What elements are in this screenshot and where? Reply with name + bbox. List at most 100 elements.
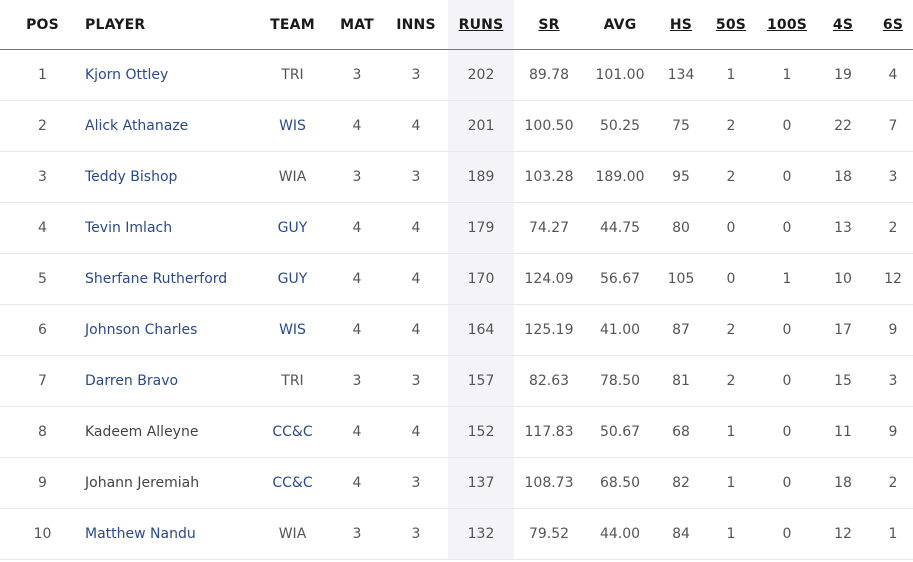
hs-value: 80 — [672, 220, 690, 236]
runs-value: 202 — [467, 67, 495, 83]
team-link[interactable]: WIS — [279, 118, 306, 134]
mat-value: 4 — [352, 424, 362, 440]
cell-fours: 12 — [818, 508, 868, 560]
player-link[interactable]: Darren Bravo — [85, 373, 178, 389]
cell-player: Darren Bravo — [85, 355, 255, 407]
hs-value: 75 — [672, 118, 690, 134]
player-link[interactable]: Johnson Charles — [85, 322, 197, 338]
player-link[interactable]: Matthew Nandu — [85, 526, 196, 542]
header-4s-sort[interactable]: 4S — [818, 0, 868, 50]
cell-sr: 100.50 — [514, 100, 584, 152]
cell-hundreds: 1 — [756, 253, 818, 305]
player-link[interactable]: Kjorn Ottley — [85, 67, 168, 83]
cell-runs: 179 — [448, 202, 514, 254]
player-link[interactable]: Teddy Bishop — [85, 169, 177, 185]
header-50s-sort[interactable]: 50S — [706, 0, 756, 50]
cell-sr: 103.28 — [514, 151, 584, 203]
team-link[interactable]: GUY — [278, 220, 308, 236]
team-link[interactable]: WIS — [279, 322, 306, 338]
fifties-value: 0 — [726, 271, 736, 287]
cell-hundreds: 0 — [756, 508, 818, 560]
cell-hs: 84 — [656, 508, 706, 560]
cell-team: WIA — [255, 508, 330, 560]
player-link[interactable]: Alick Athanaze — [85, 118, 188, 134]
cell-fifties: 2 — [706, 151, 756, 203]
pos-value: 9 — [38, 475, 47, 491]
sixes-value: 7 — [888, 118, 898, 134]
header-100s-sort[interactable]: 100S — [756, 0, 818, 50]
cell-hundreds: 0 — [756, 202, 818, 254]
fifties-value: 1 — [726, 475, 736, 491]
cell-sixes: 1 — [868, 508, 913, 560]
sr-value: 79.52 — [528, 526, 570, 542]
cell-fifties: 1 — [706, 457, 756, 509]
inns-value: 4 — [411, 322, 421, 338]
cell-avg: 78.50 — [584, 355, 656, 407]
cell-mat: 4 — [330, 253, 384, 305]
avg-value: 50.25 — [599, 118, 641, 134]
table-row: 4 Tevin Imlach GUY 4 4 179 74.27 44.75 80 0 0 13 2 — [0, 202, 913, 254]
header-row: POS PLAYER TEAM MAT INNS RUNS SR AVG HS … — [0, 0, 913, 50]
cell-player: Sherfane Rutherford — [85, 253, 255, 305]
fifties-value: 1 — [726, 67, 736, 83]
player-name: Kadeem Alleyne — [85, 424, 199, 440]
cell-hundreds: 0 — [756, 100, 818, 152]
cell-sixes: 3 — [868, 355, 913, 407]
sr-value: 124.09 — [524, 271, 574, 287]
sixes-value: 12 — [884, 271, 902, 287]
pos-value: 6 — [38, 322, 47, 338]
cell-inns: 4 — [384, 253, 448, 305]
cell-mat: 4 — [330, 457, 384, 509]
cell-team: GUY — [255, 202, 330, 254]
team-link[interactable]: CC&C — [272, 424, 312, 440]
hs-value: 84 — [672, 526, 690, 542]
hundreds-value: 0 — [782, 373, 792, 389]
cell-team: WIS — [255, 100, 330, 152]
header-6s-sort[interactable]: 6S — [868, 0, 913, 50]
cell-pos: 9 — [0, 457, 85, 509]
cell-fours: 15 — [818, 355, 868, 407]
cell-avg: 68.50 — [584, 457, 656, 509]
mat-value: 4 — [352, 322, 362, 338]
player-link[interactable]: Tevin Imlach — [85, 220, 172, 236]
hs-value: 134 — [667, 67, 695, 83]
cell-fifties: 1 — [706, 508, 756, 560]
cell-hs: 80 — [656, 202, 706, 254]
cell-fours: 13 — [818, 202, 868, 254]
cell-avg: 44.75 — [584, 202, 656, 254]
cell-player: Alick Athanaze — [85, 100, 255, 152]
header-runs-sort[interactable]: RUNS — [448, 0, 514, 50]
team-link[interactable]: CC&C — [272, 475, 312, 491]
cell-avg: 56.67 — [584, 253, 656, 305]
cell-mat: 3 — [330, 508, 384, 560]
fifties-value: 2 — [726, 169, 736, 185]
cell-fifties: 1 — [706, 406, 756, 458]
cell-fifties: 2 — [706, 304, 756, 356]
cell-fours: 18 — [818, 151, 868, 203]
fifties-value: 2 — [726, 322, 736, 338]
table-row: 8 Kadeem Alleyne CC&C 4 4 152 117.83 50.67 68 1 0 1… — [0, 406, 913, 458]
sixes-value: 9 — [888, 424, 898, 440]
mat-value: 4 — [352, 271, 362, 287]
cell-team: TRI — [255, 355, 330, 407]
cell-runs: 157 — [448, 355, 514, 407]
cell-sr: 124.09 — [514, 253, 584, 305]
table-row: 2 Alick Athanaze WIS 4 4 201 100.50 50.25 75 2 0 22… — [0, 100, 913, 152]
cell-player: Tevin Imlach — [85, 202, 255, 254]
cell-mat: 3 — [330, 355, 384, 407]
player-link[interactable]: Sherfane Rutherford — [85, 271, 227, 287]
cell-inns: 4 — [384, 202, 448, 254]
sr-value: 100.50 — [524, 118, 574, 134]
team-link[interactable]: GUY — [278, 271, 308, 287]
runs-value: 157 — [467, 373, 495, 389]
header-sr-sort[interactable]: SR — [514, 0, 584, 50]
sixes-value: 9 — [888, 322, 898, 338]
cell-fifties: 1 — [706, 49, 756, 101]
header-hs-sort[interactable]: HS — [656, 0, 706, 50]
inns-value: 4 — [411, 424, 421, 440]
cell-sr: 79.52 — [514, 508, 584, 560]
cell-mat: 4 — [330, 304, 384, 356]
cell-team: TRI — [255, 49, 330, 101]
cell-avg: 101.00 — [584, 49, 656, 101]
table-row: 9 Johann Jeremiah CC&C 4 3 137 108.73 68.50 82 1 0… — [0, 457, 913, 509]
